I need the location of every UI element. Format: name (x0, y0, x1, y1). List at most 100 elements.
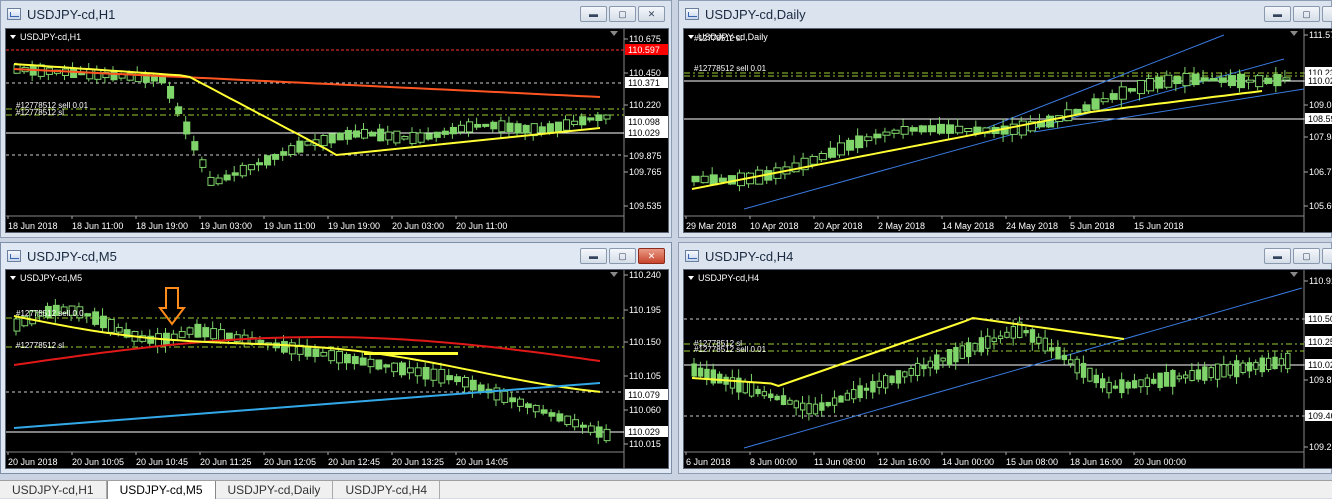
chart-window-daily[interactable]: USDJPY-cd,Daily ▬ ▢ ✕ USDJPY-cd,Daily#12… (678, 0, 1332, 238)
price-label: 107.94 (1309, 132, 1332, 142)
candle (1119, 379, 1125, 394)
price-tag-label: 110.25 (1308, 337, 1332, 347)
candle (603, 428, 611, 442)
candle (580, 424, 587, 428)
candle (13, 318, 21, 332)
candle (934, 354, 940, 370)
candle (1082, 104, 1091, 112)
candle (469, 379, 477, 391)
candle (1018, 120, 1027, 136)
order-label: #12778512 sell 0.01 (694, 345, 767, 354)
chart-tabs-bar: USDJPY-cd,H1 USDJPY-cd,M5 USDJPY-cd,Dail… (0, 480, 1332, 499)
chart-window-h4[interactable]: USDJPY-cd,H4 ▬ ▢ ✕ USDJPY-cd,H4#12778512… (678, 242, 1332, 474)
candle (718, 177, 727, 183)
order-label: #12778512 sell 0.0 (16, 309, 84, 318)
maximize-button[interactable]: ▢ (1293, 6, 1320, 22)
price-label: 110.220 (629, 100, 661, 110)
candle (774, 395, 780, 401)
candle (882, 375, 889, 389)
price-label: 110.060 (629, 405, 661, 415)
close-button[interactable]: ✕ (1322, 248, 1332, 264)
tab-h4[interactable]: USDJPY-cd,H4 (333, 481, 441, 499)
candle (1155, 76, 1164, 89)
candle (965, 342, 972, 358)
candle (1151, 378, 1157, 384)
price-label: 110.240 (629, 270, 661, 280)
candle (836, 142, 846, 156)
chart-dropdown-icon (10, 276, 16, 280)
titlebar-m5[interactable]: USDJPY-cd,M5 ▬ ▢ ✕ (1, 243, 671, 269)
candle (1255, 75, 1264, 88)
candle (94, 69, 102, 80)
time-label: 18 Jun 2018 (8, 221, 58, 231)
candle (312, 348, 320, 357)
price-label: 106.77 (1309, 167, 1332, 177)
candle (441, 130, 449, 135)
candle (383, 364, 391, 368)
chart-window-m5[interactable]: USDJPY-cd,M5 ▬ ▢ ✕ USDJPY-cd,M5 #12778512… (0, 242, 672, 474)
maximize-button[interactable]: ▢ (609, 248, 636, 264)
price-tag-label: 110.098 (628, 117, 660, 127)
candle (1091, 98, 1100, 110)
maximize-button[interactable]: ▢ (1293, 248, 1320, 264)
close-button[interactable]: ✕ (1322, 6, 1332, 22)
candle (846, 139, 855, 151)
titlebar-daily[interactable]: USDJPY-cd,Daily ▬ ▢ ✕ (679, 1, 1332, 27)
candle (1191, 73, 1200, 86)
time-label: 15 Jun 2018 (1134, 221, 1184, 231)
candle (406, 367, 414, 374)
candle (207, 176, 215, 186)
candle (940, 357, 946, 362)
mdi-workspace: USDJPY-cd,H1 ▬ ▢ ✕ USDJPY-cd,H1 #12778512… (0, 0, 1332, 480)
candle (1042, 337, 1048, 352)
titlebar-h4[interactable]: USDJPY-cd,H4 ▬ ▢ ✕ (679, 243, 1332, 269)
minimize-button[interactable]: ▬ (1264, 6, 1291, 22)
candle (239, 164, 247, 177)
candle (819, 402, 825, 411)
candle (272, 153, 280, 160)
candle (1080, 362, 1087, 378)
price-chart-h4[interactable]: USDJPY-cd,H4 #12778512 sl #12778512 sell 0… (683, 269, 1332, 469)
symbol-label: USDJPY-cd,H1 (20, 32, 81, 42)
candle (793, 400, 800, 409)
candle (215, 177, 223, 185)
candle (320, 351, 328, 357)
price-label: 109.765 (629, 167, 662, 177)
chart-window-h1[interactable]: USDJPY-cd,H1 ▬ ▢ ✕ USDJPY-cd,H1 #12778512… (0, 0, 672, 238)
minimize-button[interactable]: ▬ (1264, 248, 1291, 264)
candle (1157, 372, 1163, 389)
close-button[interactable]: ✕ (638, 6, 665, 22)
candle (1138, 379, 1144, 388)
price-chart-h1[interactable]: USDJPY-cd,H1 #12778512 sell 0.01 #12778512… (5, 28, 669, 233)
candle (1236, 73, 1246, 89)
titlebar-h1[interactable]: USDJPY-cd,H1 ▬ ▢ ✕ (1, 1, 671, 27)
price-chart-m5[interactable]: USDJPY-cd,M5 #12778512 sell 0.0 #12778512 … (5, 269, 669, 469)
candle (1264, 77, 1273, 84)
candle (199, 159, 207, 168)
candle (454, 376, 462, 383)
candle (194, 323, 202, 338)
minimize-button[interactable]: ▬ (580, 6, 607, 22)
price-label: 111.57 (1309, 30, 1332, 40)
candle (1048, 347, 1055, 351)
candle (1234, 360, 1240, 378)
minimize-button[interactable]: ▬ (580, 248, 607, 264)
candle (540, 409, 548, 414)
candle (709, 174, 718, 186)
tab-daily[interactable]: USDJPY-cd,Daily (216, 481, 334, 499)
candle (393, 130, 401, 144)
candle (1131, 380, 1138, 389)
tab-h1[interactable]: USDJPY-cd,H1 (0, 481, 107, 499)
time-label: 6 Jun 2018 (686, 457, 731, 467)
price-chart-daily[interactable]: USDJPY-cd,Daily #12778512 sl #12778512 sel… (683, 28, 1332, 233)
candle (1109, 93, 1118, 100)
candle (320, 135, 328, 147)
candle (902, 371, 908, 378)
price-tag-label: 110.079 (628, 390, 660, 400)
tab-m5[interactable]: USDJPY-cd,M5 (106, 481, 216, 499)
close-button[interactable]: ✕ (638, 248, 665, 264)
candle (1055, 346, 1061, 360)
candle (107, 318, 115, 333)
maximize-button[interactable]: ▢ (609, 6, 636, 22)
candle (972, 342, 978, 352)
